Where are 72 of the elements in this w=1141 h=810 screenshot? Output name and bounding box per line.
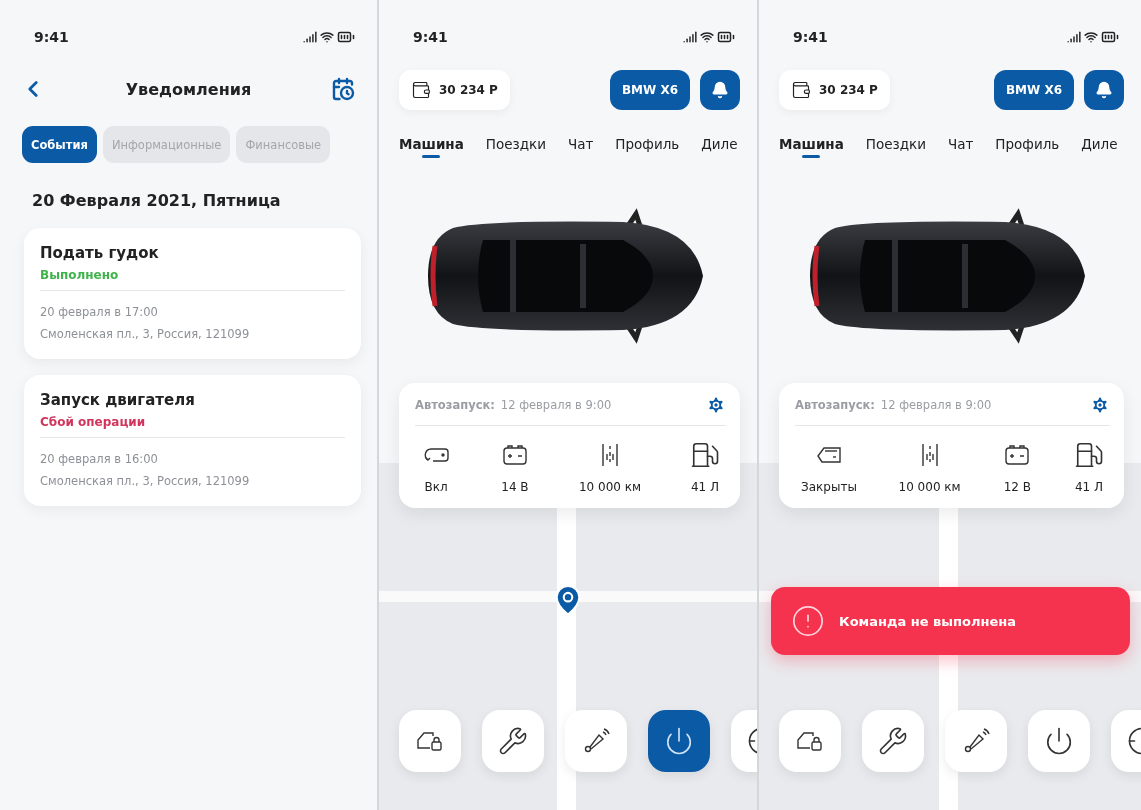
status-time: 9:41	[34, 29, 69, 45]
nav-tab[interactable]: Профиль	[995, 136, 1060, 158]
toast-message: Команда не выполнена	[839, 613, 1017, 629]
wrench-icon	[498, 726, 528, 756]
notification-time: 20 февраля в 16:00	[40, 451, 159, 468]
nav-tab[interactable]: Чат	[947, 136, 974, 158]
settings-button[interactable]	[1090, 395, 1110, 415]
nav-tab[interactable]: Диле	[701, 136, 738, 158]
balance-button[interactable]: 30 234 Р	[399, 70, 510, 110]
notification-status: Сбой операции	[40, 415, 147, 429]
nav-tab[interactable]: Чат	[567, 136, 594, 158]
notification-status: Выполнено	[40, 268, 120, 282]
action-button[interactable]	[648, 710, 710, 772]
calendar-button[interactable]	[331, 77, 355, 101]
nav-tab[interactable]: Поездки	[485, 136, 546, 158]
settings-button[interactable]	[706, 395, 726, 415]
notifications-button[interactable]	[1084, 70, 1124, 110]
signal-icon	[303, 30, 317, 44]
action-button[interactable]	[779, 710, 841, 772]
autostart-label: Автозапуск:	[415, 398, 495, 412]
action-button[interactable]	[862, 710, 924, 772]
gear-icon	[706, 395, 726, 415]
stat-value: 14 В	[501, 480, 529, 494]
balance-button[interactable]: 30 234 Р	[779, 70, 890, 110]
nav-tab[interactable]: Машина	[399, 136, 464, 158]
signal-icon	[1067, 30, 1081, 44]
power-icon	[1044, 726, 1074, 756]
stat-value: 41 Л	[690, 480, 719, 494]
fuel-pump-icon	[1074, 440, 1104, 470]
wrench-icon	[878, 726, 908, 756]
stat-value: 10 000 км	[578, 480, 641, 494]
car-select-button[interactable]: BMW X6	[993, 70, 1074, 110]
autostart-value: 12 февраля в 9:00	[500, 398, 612, 412]
notification-time: 20 февраля в 17:00	[40, 304, 159, 321]
wifi-icon	[700, 30, 714, 44]
autostart-value: 12 февраля в 9:00	[880, 398, 992, 412]
fuel-pump-icon	[689, 440, 720, 470]
notification-title: Подать гудок	[40, 244, 160, 262]
alert-icon	[791, 604, 825, 638]
nav-tab[interactable]: Машина	[779, 136, 844, 158]
signal-icon	[683, 30, 697, 44]
autostart-label: Автозапуск:	[795, 398, 875, 412]
action-button[interactable]	[1028, 710, 1090, 772]
power-icon	[664, 726, 694, 756]
action-button[interactable]	[482, 710, 544, 772]
wifi-icon	[320, 30, 334, 44]
filter-tab[interactable]: События	[22, 126, 97, 163]
wallet-icon	[411, 80, 431, 100]
status-time: 9:41	[413, 29, 448, 45]
stat-value: 10 000 км	[898, 480, 961, 494]
notification-address: Смоленская пл., 3, Россия, 121099	[40, 473, 251, 490]
gear-icon	[1090, 395, 1110, 415]
stat-value: 41 Л	[1074, 480, 1104, 494]
wallet-icon	[791, 80, 811, 100]
bell-icon	[1095, 81, 1113, 99]
bell-icon	[711, 81, 729, 99]
action-button[interactable]	[399, 710, 461, 772]
stat-value: 12 В	[1003, 480, 1031, 494]
stat-value: Закрыты	[801, 480, 857, 494]
stat-value: Вкл	[424, 480, 448, 494]
wifi-icon	[1084, 30, 1098, 44]
status-time: 9:41	[793, 29, 828, 45]
car-select-button[interactable]: BMW X6	[609, 70, 690, 110]
nav-tab[interactable]: Поездки	[865, 136, 926, 158]
screen-title: Уведомления	[125, 79, 252, 99]
nav-tab[interactable]: Диле	[1081, 136, 1118, 158]
calendar-clock-icon	[331, 77, 355, 101]
date-heading: 20 Февраля 2021, Пятница	[31, 190, 282, 212]
nav-tab[interactable]: Профиль	[615, 136, 680, 158]
notification-title: Запуск двигателя	[40, 391, 196, 409]
notifications-button[interactable]	[700, 70, 740, 110]
notification-address: Смоленская пл., 3, Россия, 121099	[40, 326, 251, 343]
